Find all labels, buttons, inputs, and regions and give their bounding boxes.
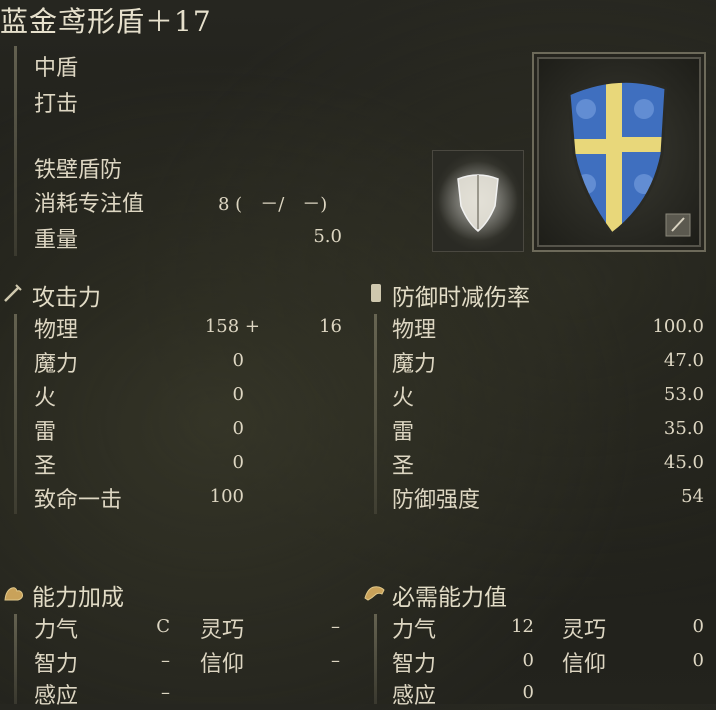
attack-row-label: 圣 <box>34 454 57 479</box>
scaling-attr-label: 智力 <box>34 652 79 677</box>
scaling-divider-line <box>14 614 17 704</box>
guard-row-value: 45.0 <box>663 452 704 473</box>
damage-type: 打击 <box>34 92 79 117</box>
attack-row-value: 0 <box>232 384 244 405</box>
requirements-divider-line <box>374 614 377 704</box>
weapon-type: 中盾 <box>34 56 79 81</box>
guard-row-value: 100.0 <box>652 316 704 337</box>
requirement-attr-value: 0 <box>692 616 704 637</box>
requirements-header: 必需能力值 <box>392 585 507 611</box>
hand-icon <box>362 582 388 609</box>
guard-row-label: 物理 <box>392 318 437 343</box>
sword-icon <box>2 282 24 309</box>
attack-row-label: 致命一击 <box>34 488 123 513</box>
attack-row-bonus: 16 <box>319 316 342 337</box>
guard-row-label: 火 <box>392 386 415 411</box>
attack-divider-line <box>14 314 17 514</box>
attack-row-value: 158 + <box>204 316 260 337</box>
requirement-attr-label: 灵巧 <box>562 618 607 643</box>
guard-row-value: 53.0 <box>663 384 704 405</box>
guard-row-label: 雷 <box>392 420 415 445</box>
attack-row-label: 物理 <box>34 318 79 343</box>
requirement-attr-value: 0 <box>692 650 704 671</box>
weight-value: 5.0 <box>313 226 342 247</box>
blue-gold-kite-shield-icon <box>567 79 691 237</box>
attack-header: 攻击力 <box>32 285 101 311</box>
guard-row-label: 魔力 <box>392 352 437 377</box>
item-title: 蓝金鸢形盾＋17 <box>0 5 212 38</box>
info-divider-line <box>14 46 17 256</box>
guard-row-label: 圣 <box>392 454 415 479</box>
barricade-shield-skill-icon <box>438 161 518 241</box>
attack-row-value: 0 <box>232 452 244 473</box>
guard-header: 防御时减伤率 <box>392 285 530 311</box>
guard-row-value: 35.0 <box>663 418 704 439</box>
guard-divider-line <box>374 314 377 514</box>
fp-cost-label: 消耗专注值 <box>34 192 145 217</box>
guard-row-value: 47.0 <box>663 350 704 371</box>
requirement-attr-value: 0 <box>522 682 534 703</box>
attack-row-value: 100 <box>209 486 244 507</box>
scaling-attr-grade: C <box>156 616 170 637</box>
attack-row-label: 魔力 <box>34 352 79 377</box>
weight-label: 重量 <box>34 228 79 253</box>
scaling-attr-grade: – <box>161 650 170 671</box>
guard-row-value: 54 <box>681 486 704 507</box>
scaling-attr-grade: – <box>331 650 340 671</box>
skill-icon-frame <box>432 150 524 252</box>
requirement-attr-value: 12 <box>511 616 534 637</box>
arm-icon <box>2 582 26 609</box>
attack-row-value: 0 <box>232 418 244 439</box>
item-image-frame <box>532 52 706 252</box>
scaling-attr-label: 信仰 <box>200 652 245 677</box>
requirement-attr-value: 0 <box>522 650 534 671</box>
requirement-attr-label: 智力 <box>392 652 437 677</box>
requirement-attr-label: 力气 <box>392 618 437 643</box>
shield-icon <box>368 282 384 309</box>
scaling-attr-label: 感应 <box>34 684 79 709</box>
attack-row-label: 雷 <box>34 420 57 445</box>
requirement-attr-label: 信仰 <box>562 652 607 677</box>
scaling-attr-grade: – <box>161 682 170 703</box>
guard-row-label: 防御强度 <box>392 488 481 513</box>
fp-cost-value: 8 ( －/ －) <box>218 194 328 215</box>
skill-name: 铁壁盾防 <box>34 158 123 183</box>
scaling-header: 能力加成 <box>32 585 124 611</box>
scaling-attr-label: 灵巧 <box>200 618 245 643</box>
attack-row-label: 火 <box>34 386 57 411</box>
attack-row-value: 0 <box>232 350 244 371</box>
scaling-attr-grade: – <box>331 616 340 637</box>
scaling-attr-label: 力气 <box>34 618 79 643</box>
requirement-attr-label: 感应 <box>392 684 437 709</box>
